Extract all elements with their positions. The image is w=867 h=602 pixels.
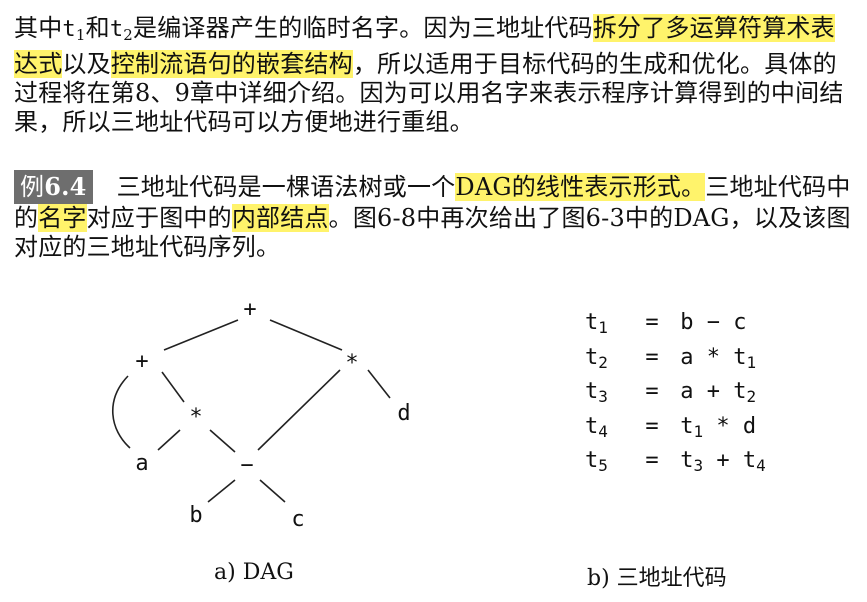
tac-eq: = [645,413,659,439]
tac-row: t5 = t3 + t4 [585,448,837,483]
node-a: a [135,451,148,476]
caption-three-address-code: b) 三地址代码 [587,566,727,591]
subscript: 1 [75,26,86,44]
edge-starright-minus [257,369,341,451]
rhs-op: − [706,310,720,335]
dag-diagram: + + * * d a − b c [112,297,411,532]
tac-row: t3 = a + t2 [585,379,837,414]
tac-rhs: b − c [667,310,837,345]
node-minus: − [240,453,253,478]
lhs-base: t [585,448,599,473]
tac-lhs: t1 [585,310,637,345]
tac-eq: = [645,310,659,335]
lhs-sub: 4 [598,421,608,441]
node-b: b [189,503,202,528]
rhs-b: t [733,344,747,370]
tac-row: t4 = t1 * d [585,414,837,449]
tac-eq: = [645,344,659,370]
caption-dag: a) DAG [214,560,294,585]
tac-rhs: a * t1 [667,345,837,380]
tac-lhs: t2 [585,345,637,380]
tac-rhs: a + t2 [667,379,837,414]
lhs-sub: 5 [598,456,608,475]
rhs-a: t [680,448,694,473]
highlight: DAG的线性表示形式。 [455,173,706,201]
rhs-op: + [706,379,720,404]
tac-eq: = [645,448,659,473]
badge-prefix: 例 [20,173,45,201]
highlight: 名字 [38,204,87,232]
edge-root-plusleft [163,319,239,351]
tac-lhs: t5 [585,448,637,483]
text: 三地址代码是一棵语法树或一个 [116,173,456,201]
lhs-sub: 1 [598,318,608,337]
node-star-right: * [345,351,358,376]
text: 是编译器产生的临时名字。因为三地址代码 [133,14,593,42]
lhs-sub: 3 [598,387,608,406]
lhs-base: t [585,379,599,404]
text: 和 [85,14,110,42]
rhs-a: a [680,379,694,404]
text: 以及 [62,50,111,78]
paragraph-intro: 其中t1和t2是编译器产生的临时名字。因为三地址代码拆分了多运算符算术表达式以及… [14,14,859,137]
rhs-b: c [733,310,747,335]
lhs-sub: 2 [598,352,608,372]
rhs-a: t [680,413,694,439]
node-plus-root: + [243,297,256,322]
rhs-b: t [742,448,757,473]
node-c: c [291,507,304,532]
lhs-base: t [585,310,599,335]
rhs-op: + [716,448,730,473]
tac-rhs: t3 + t4 [667,448,837,483]
paragraph-example: 例6.4 三地址代码是一棵语法树或一个DAG的线性表示形式。三地址代码中的名字对应… [14,170,859,262]
rhs-a: a [680,344,694,370]
subscript: 2 [123,26,134,44]
rhs-op: * [716,413,730,439]
rhs-a-sub: 3 [693,456,704,475]
lhs-base: t [585,413,599,439]
rhs-b: d [742,413,757,439]
rhs-b-sub: 2 [746,387,757,406]
edge-plusleft-starmid [161,371,185,403]
rhs-b-sub: 4 [756,456,766,475]
example-badge: 例6.4 [14,170,93,204]
edge-starmid-minus [209,429,236,453]
temp-name-t: t [109,17,124,42]
tac-rhs: t1 * d [667,414,837,449]
node-star-mid: * [189,405,202,430]
edge-plusleft-a [112,375,131,449]
edge-starright-d [367,369,391,399]
tac-lhs: t3 [585,379,637,414]
edge-root-starright [269,319,343,351]
badge-number: 6.4 [44,172,87,201]
edge-minus-c [259,479,286,503]
lhs-base: t [585,344,599,370]
rhs-a-sub: 1 [693,421,704,441]
rhs-op: * [706,344,720,370]
edge-minus-b [207,479,236,503]
node-d: d [397,401,410,426]
edge-starmid-a [157,429,181,451]
three-address-code: t1 = b − c t2 = a * t1 t3 = a + t2 t4 = … [585,310,837,483]
tac-row: t1 = b − c [585,310,837,345]
highlight: 控制流语句的嵌套结构 [110,50,353,78]
temp-name-t: t [62,17,76,42]
tac-row: t2 = a * t1 [585,345,837,380]
tac-eq: = [645,379,659,404]
rhs-a: b [680,310,694,335]
rhs-b-sub: 1 [746,352,757,372]
node-plus-left: + [135,349,148,374]
text: 其中 [14,14,63,42]
text: 对应于图中的 [86,204,232,232]
rhs-b: t [733,379,747,404]
highlight: 内部结点 [231,204,329,232]
tac-lhs: t4 [585,414,637,449]
